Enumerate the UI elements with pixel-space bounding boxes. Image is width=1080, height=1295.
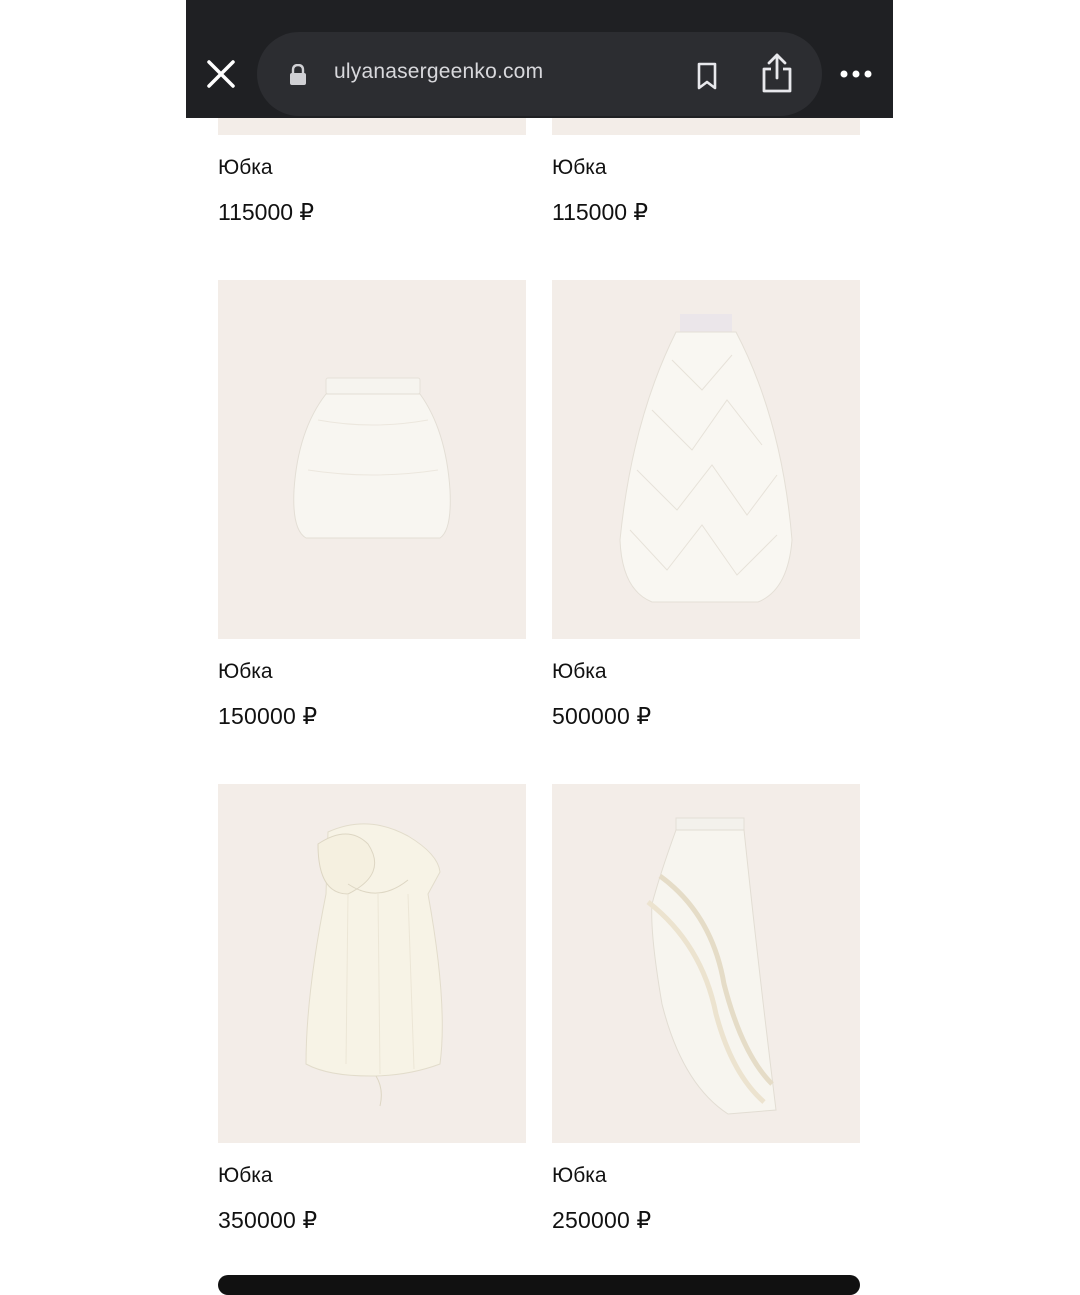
- product-image-asymmetric-skirt[interactable]: [552, 784, 860, 1143]
- bookmark-button[interactable]: [694, 61, 720, 91]
- browser-toolbar: ulyanasergeenko.com: [186, 0, 893, 118]
- bottom-action-bar[interactable]: [218, 1275, 860, 1295]
- product-price: 150000 ₽: [218, 703, 318, 729]
- product-image-bow-skirt[interactable]: [218, 784, 526, 1143]
- address-bar[interactable]: ulyanasergeenko.com: [257, 32, 822, 116]
- share-icon: [762, 53, 792, 93]
- product-name[interactable]: Юбка: [218, 660, 273, 684]
- lock-icon: [290, 64, 306, 85]
- share-button[interactable]: [760, 52, 794, 94]
- product-image-ruffle-skirt[interactable]: [552, 280, 860, 639]
- product-name[interactable]: Юбка: [218, 1164, 273, 1188]
- product-price: 250000 ₽: [552, 1207, 652, 1233]
- product-name[interactable]: Юбка: [552, 1164, 607, 1188]
- url-text: ulyanasergeenko.com: [334, 60, 544, 83]
- more-options-button[interactable]: [840, 66, 872, 78]
- more-icon: [840, 70, 872, 78]
- product-price: 115000 ₽: [552, 199, 649, 225]
- product-name[interactable]: Юбка: [218, 156, 273, 180]
- product-image-mini-skirt[interactable]: [218, 280, 526, 639]
- product-name[interactable]: Юбка: [552, 156, 607, 180]
- bookmark-icon: [697, 62, 717, 90]
- product-name[interactable]: Юбка: [552, 660, 607, 684]
- product-listing-page: Юбка 115000 ₽ Юбка 115000 ₽ Юбка 150000 …: [186, 0, 893, 1280]
- product-price: 115000 ₽: [218, 199, 315, 225]
- close-icon: [207, 60, 235, 88]
- product-price: 350000 ₽: [218, 1207, 318, 1233]
- product-price: 500000 ₽: [552, 703, 652, 729]
- close-button[interactable]: [202, 55, 240, 93]
